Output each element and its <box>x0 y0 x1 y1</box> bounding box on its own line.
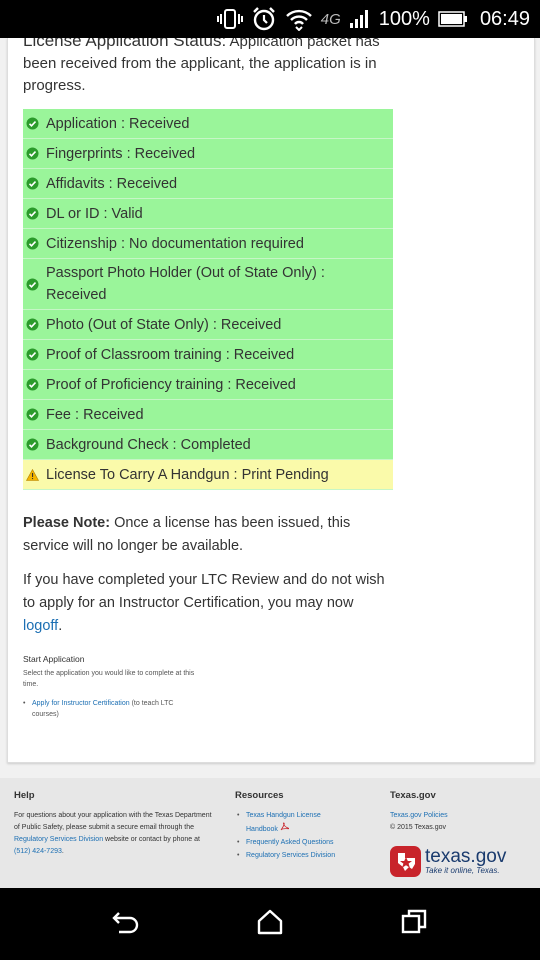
warning-icon <box>26 468 39 481</box>
status-item-text: Application : Received <box>46 115 190 132</box>
check-icon <box>26 378 39 391</box>
start-application-list: Apply for Instructor Certification (to t… <box>23 698 193 720</box>
status-item-text: Fingerprints : Received <box>46 145 196 162</box>
start-application-title: Start Application <box>23 654 85 664</box>
logo-tagline: Take it online, Texas. <box>425 866 500 875</box>
list-item: Regulatory Services Division <box>235 850 345 862</box>
list-item: Frequently Asked Questions <box>235 837 345 849</box>
status-item: Fee : Received <box>23 400 393 430</box>
check-icon <box>26 207 39 220</box>
status-item-text: Background Check : Completed <box>46 436 251 453</box>
start-application-section: Start Application Select the application… <box>23 654 393 720</box>
logoff-link[interactable]: logoff <box>23 618 58 634</box>
list-item: Apply for Instructor Certification (to t… <box>23 698 193 720</box>
alarm-icon <box>251 6 277 32</box>
resources-list: Texas Handgun License Handbook Frequentl… <box>235 810 345 862</box>
check-icon <box>26 177 39 190</box>
vibrate-icon <box>216 8 243 30</box>
status-bar: 4G 100% 06:49 <box>0 0 540 38</box>
status-item: Proof of Classroom training : Received <box>23 340 393 370</box>
battery-percent: 100% <box>378 7 430 30</box>
faq-link[interactable]: Frequently Asked Questions <box>246 839 334 846</box>
wifi-icon <box>285 7 313 31</box>
back-button[interactable] <box>110 908 142 940</box>
regulatory-services-division-link[interactable]: Regulatory Services Division <box>246 852 335 859</box>
texasgov-title: Texas.gov <box>390 790 436 801</box>
ltc-text-end: . <box>58 618 63 634</box>
ltc-text: If you have completed your LTC Review an… <box>23 572 385 611</box>
status-item: Application : Received <box>23 109 393 139</box>
status-checklist: Application : Received Fingerprints : Rec… <box>23 109 393 490</box>
status-item: Background Check : Completed <box>23 430 393 460</box>
recents-button[interactable] <box>398 908 430 940</box>
status-item: DL or ID : Valid <box>23 199 393 229</box>
status-item: Passport Photo Holder (Out of State Only… <box>23 259 393 310</box>
logo-wordmark: texas.gov <box>425 846 507 867</box>
clock: 06:49 <box>479 7 530 30</box>
please-note: Please Note: Once a license has been iss… <box>23 512 393 558</box>
home-icon <box>256 908 284 941</box>
help-title: Help <box>14 790 35 801</box>
copyright: © 2015 Texas.gov <box>390 824 447 831</box>
check-icon <box>26 318 39 331</box>
note-label: Please Note: <box>23 515 111 531</box>
status-icons: 4G 100% 06:49 <box>216 0 530 38</box>
check-icon <box>26 348 39 361</box>
help-text: For questions about your application wit… <box>14 810 214 858</box>
back-icon <box>111 909 141 940</box>
texas-star-icon <box>390 846 421 877</box>
status-item-text: DL or ID : Valid <box>46 205 143 222</box>
home-button[interactable] <box>254 908 286 940</box>
navigation-bar <box>0 888 540 960</box>
content: License Application Status: Application … <box>23 38 393 720</box>
recents-icon <box>400 908 428 941</box>
application-status-card: License Application Status: Application … <box>7 38 535 763</box>
apply-instructor-certification-link[interactable]: Apply for Instructor Certification <box>32 700 130 707</box>
status-item-text: Fee : Received <box>46 406 144 423</box>
status-item: Proof of Proficiency training : Received <box>23 370 393 400</box>
status-item: Citizenship : No documentation required <box>23 229 393 259</box>
status-item-text: Proof of Proficiency training : Received <box>46 376 296 393</box>
status-item-text: Photo (Out of State Only) : Received <box>46 316 282 333</box>
status-item-text: Passport Photo Holder (Out of State Only… <box>46 265 325 303</box>
start-application-description: Select the application you would like to… <box>23 670 195 688</box>
ltc-message: If you have completed your LTC Review an… <box>23 569 393 638</box>
footer-texasgov: Texas.gov Texas.gov Policies © 2015 Texa… <box>390 790 530 885</box>
pdf-icon <box>280 822 290 833</box>
status-item: License To Carry A Handgun : Print Pendi… <box>23 460 393 490</box>
status-item: Affidavits : Received <box>23 169 393 199</box>
check-icon <box>26 117 39 130</box>
footer-resources: Resources Texas Handgun License Handbook… <box>235 790 345 863</box>
check-icon <box>26 147 39 160</box>
phone-link[interactable]: (512) 424-7293 <box>14 848 62 855</box>
battery-icon <box>438 11 468 27</box>
status-item: Photo (Out of State Only) : Received <box>23 310 393 340</box>
check-icon <box>26 237 39 250</box>
status-item-text: Proof of Classroom training : Received <box>46 346 295 363</box>
check-icon <box>26 278 39 291</box>
texasgov-logo[interactable]: texas.gov Take it online, Texas. <box>390 846 506 877</box>
check-icon <box>26 408 39 421</box>
status-item: Fingerprints : Received <box>23 139 393 169</box>
help-text-1: For questions about your application wit… <box>14 812 212 831</box>
status-item-text: Affidavits : Received <box>46 175 178 192</box>
resources-title: Resources <box>235 790 284 801</box>
status-summary: License Application Status: Application … <box>23 38 393 97</box>
site-footer: Help For questions about your applicatio… <box>0 778 540 888</box>
check-icon <box>26 438 39 451</box>
signal-icon <box>349 9 371 29</box>
network-type: 4G <box>320 10 341 28</box>
status-label: License Application Status: <box>23 38 227 50</box>
footer-help: Help For questions about your applicatio… <box>14 790 214 858</box>
status-item-text: License To Carry A Handgun : Print Pendi… <box>46 466 329 483</box>
help-text-3: . <box>61 848 64 855</box>
status-item-text: Citizenship : No documentation required <box>46 235 304 252</box>
texasgov-policies-link[interactable]: Texas.gov Policies <box>390 812 448 819</box>
regulatory-services-link[interactable]: Regulatory Services Division <box>14 836 103 843</box>
list-item: Texas Handgun License Handbook <box>235 810 345 836</box>
help-text-2: website or contact by phone at <box>103 836 200 843</box>
